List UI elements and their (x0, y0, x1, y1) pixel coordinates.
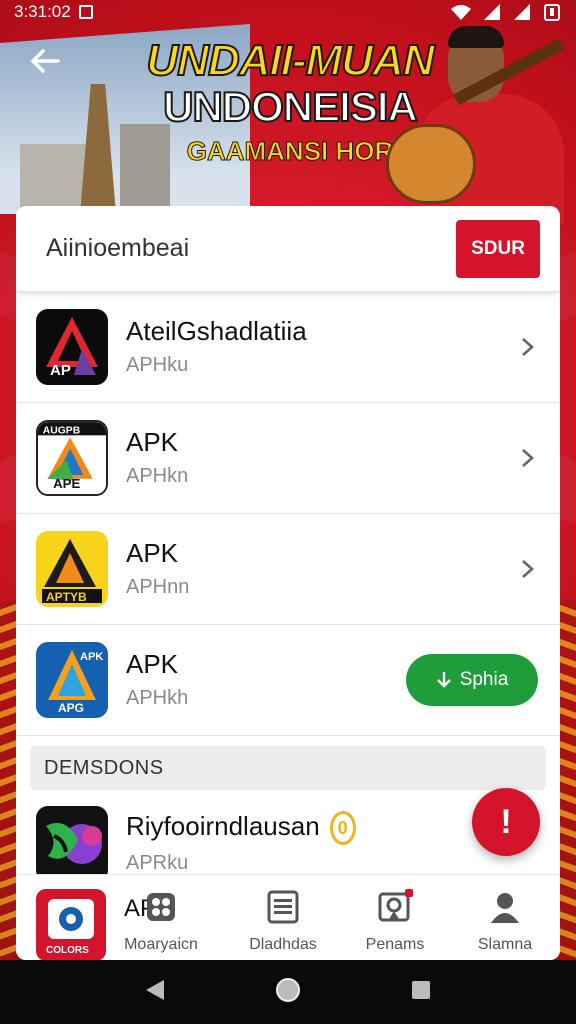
app-icon-2: AUGPB APE (36, 420, 108, 496)
person-icon (491, 893, 519, 923)
app-list-card: SDUR AP AteilGshadlatiia APHku (16, 206, 560, 960)
chevron-right-icon[interactable] (516, 447, 538, 469)
signal-icon-2 (514, 4, 530, 20)
section-header: DEMSDONS (30, 746, 546, 790)
app-sub-1: APHku (126, 354, 189, 376)
system-recents-button[interactable] (410, 979, 432, 1006)
svg-text:APG: APG (58, 701, 84, 715)
home-circle-icon (276, 977, 300, 1002)
download-button[interactable]: Sphia (406, 654, 538, 706)
search-bar: SDUR (16, 206, 560, 292)
app-sub-3: APHnn (126, 576, 190, 598)
system-home-button[interactable] (274, 976, 302, 1009)
nav-label-home: Moaryaicn (124, 936, 198, 953)
coin-icon: 0 (329, 811, 356, 846)
signal-icon (484, 4, 500, 20)
bottom-navigation: COLORS AP Moaryaicn Dladhdas Penams Slam… (16, 874, 560, 960)
app-name-1: AteilGshadlatiia (126, 316, 307, 346)
chevron-right-icon[interactable] (516, 558, 538, 580)
svg-text:AP: AP (50, 362, 71, 379)
download-arrow-icon (436, 672, 451, 688)
search-input[interactable] (46, 234, 456, 263)
featured-app-icon (36, 805, 108, 882)
nav-label-notifications: Penams (365, 936, 425, 953)
chevron-right-icon[interactable] (516, 336, 538, 358)
app-sub-4: APHkh (126, 687, 189, 709)
app-icon-4: APK APG (36, 642, 108, 718)
svg-text:APE: APE (53, 476, 80, 491)
system-nav-bar (0, 960, 576, 1024)
app-row-3[interactable]: APTYB APK APHnn (16, 514, 560, 625)
search-button[interactable]: SDUR (456, 219, 540, 278)
nav-list[interactable]: Dladhdas (228, 889, 338, 954)
featured-app-name: Riyfooirndlausan (126, 810, 320, 841)
status-time: 3:31:02 (14, 2, 71, 21)
svg-text:COLORS: COLORS (46, 945, 89, 956)
list-icon (267, 890, 299, 924)
apps-grid-icon (147, 893, 175, 921)
app-name-3: APK (126, 538, 179, 568)
featured-app-sub: APRku (126, 852, 189, 875)
musician-image (386, 24, 576, 224)
app-name-4: APK (126, 649, 179, 679)
partial-app-icon[interactable]: COLORS (36, 889, 106, 960)
hero-banner: UNDAII-MUAN UNDONEISIA GAAMANSI HOR (0, 24, 576, 224)
back-arrow-icon[interactable] (28, 44, 62, 78)
battery-icon (544, 4, 560, 21)
nav-home[interactable]: Moaryaicn (106, 889, 216, 954)
app-icon-1: AP (36, 309, 108, 385)
app-row-1[interactable]: AP AteilGshadlatiia APHku (16, 292, 560, 403)
status-bar: 3:31:02 (0, 0, 576, 24)
nav-label-list: Dladhdas (249, 936, 317, 953)
app-row-2[interactable]: AUGPB APE APK APHkn (16, 403, 560, 514)
download-label: Sphia (459, 669, 509, 690)
nav-notifications[interactable]: Penams (340, 889, 450, 954)
app-icon-3: APTYB (36, 531, 108, 607)
svg-text:APTYB: APTYB (46, 590, 87, 604)
alert-fab-button[interactable]: ! (472, 788, 540, 856)
svg-text:APK: APK (80, 651, 103, 663)
svg-text:AUGPB: AUGPB (43, 425, 81, 436)
recents-square-icon (412, 980, 430, 999)
badge-icon (378, 889, 413, 922)
app-name-2: APK (126, 427, 179, 457)
system-back-button[interactable] (144, 978, 166, 1007)
nav-label-profile: Slamna (477, 936, 533, 953)
app-sub-2: APHkn (126, 465, 189, 487)
back-triangle-icon (146, 979, 164, 1000)
notification-icon (78, 5, 93, 19)
nav-profile[interactable]: Slamna (450, 889, 560, 954)
app-row-4[interactable]: APK APG APK APHkh Sphia (16, 625, 560, 736)
wifi-icon (451, 5, 471, 20)
